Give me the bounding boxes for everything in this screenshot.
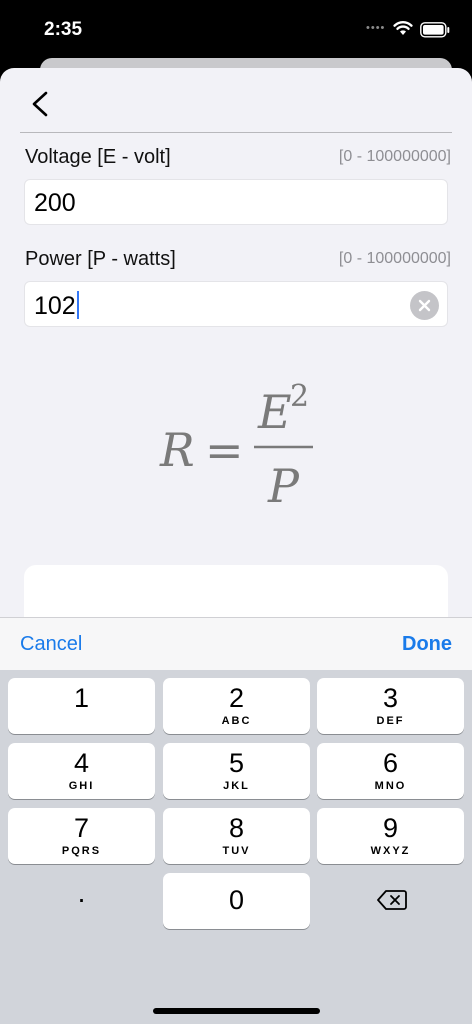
keyboard-toolbar: Cancel Done bbox=[0, 617, 472, 670]
chevron-left-icon[interactable] bbox=[26, 88, 56, 118]
home-indicator[interactable] bbox=[153, 1008, 320, 1014]
key-digit: 8 bbox=[228, 813, 245, 843]
key-5[interactable]: 5 JKL bbox=[163, 743, 310, 799]
key-digit: 6 bbox=[382, 748, 399, 778]
key-digit: 7 bbox=[73, 813, 90, 843]
key-2[interactable]: 2 ABC bbox=[163, 678, 310, 734]
key-9[interactable]: 9 WXYZ bbox=[317, 808, 464, 864]
done-button[interactable]: Done bbox=[402, 633, 452, 656]
voltage-label: Voltage [E - volt] bbox=[25, 146, 171, 168]
key-letters: PQRS bbox=[61, 845, 102, 857]
key-letters: GHI bbox=[68, 780, 95, 792]
key-1[interactable]: 1 bbox=[8, 678, 155, 734]
formula-exponent: 2 bbox=[290, 379, 309, 414]
key-letters: JKL bbox=[223, 780, 250, 792]
backspace-icon bbox=[377, 890, 407, 910]
key-digit: 2 bbox=[228, 683, 245, 713]
key-decimal[interactable]: . bbox=[8, 873, 155, 929]
key-letters: DEF bbox=[376, 715, 405, 727]
key-digit: 9 bbox=[382, 813, 399, 843]
power-range: [0 - 100000000] bbox=[338, 250, 451, 267]
formula-lhs: R bbox=[159, 423, 195, 477]
status-bar: 2:35 •••• bbox=[0, 0, 472, 60]
key-digit: 4 bbox=[73, 748, 90, 778]
formula-equals: = bbox=[205, 423, 244, 477]
power-label: Power [P - watts] bbox=[25, 248, 176, 270]
key-8[interactable]: 8 TUV bbox=[163, 808, 310, 864]
key-3[interactable]: 3 DEF bbox=[317, 678, 464, 734]
header-divider bbox=[20, 132, 452, 133]
cancel-button[interactable]: Cancel bbox=[20, 633, 82, 656]
power-value-wrap: 102 bbox=[34, 291, 79, 321]
key-7[interactable]: 7 PQRS bbox=[8, 808, 155, 864]
key-0[interactable]: 0 bbox=[163, 873, 310, 929]
key-digit: 1 bbox=[73, 683, 90, 713]
power-input[interactable]: 102 bbox=[24, 281, 448, 327]
formula-denominator: P bbox=[267, 459, 300, 513]
signal-dots-icon: •••• bbox=[366, 22, 386, 34]
text-caret bbox=[76, 291, 79, 319]
key-letters: ABC bbox=[221, 715, 252, 727]
key-letters: WXYZ bbox=[370, 845, 411, 857]
formula-numerator: E bbox=[257, 385, 292, 439]
battery-icon bbox=[420, 22, 450, 38]
status-time: 2:35 bbox=[44, 19, 83, 40]
key-6[interactable]: 6 MNO bbox=[317, 743, 464, 799]
decimal-label: . bbox=[77, 877, 86, 908]
key-digit: 5 bbox=[228, 748, 245, 778]
power-value: 102 bbox=[34, 292, 76, 320]
key-digit: 0 bbox=[228, 885, 245, 915]
formula: R = E 2 P bbox=[159, 379, 313, 513]
key-digit: 3 bbox=[382, 683, 399, 713]
key-4[interactable]: 4 GHI bbox=[8, 743, 155, 799]
key-letters: MNO bbox=[374, 780, 407, 792]
delete-button[interactable] bbox=[317, 873, 464, 929]
clear-circle-icon[interactable] bbox=[410, 291, 439, 320]
voltage-input[interactable]: 200 bbox=[24, 179, 448, 225]
wifi-icon bbox=[393, 21, 413, 35]
key-letters: TUV bbox=[222, 845, 251, 857]
number-keypad: 1 2 ABC 3 DEF 4 GHI 5 JKL 6 MNO 7 PQRS 8 TUV 9 W… bbox=[0, 670, 472, 1024]
voltage-range: [0 - 100000000] bbox=[338, 148, 451, 165]
voltage-value: 200 bbox=[34, 189, 76, 217]
